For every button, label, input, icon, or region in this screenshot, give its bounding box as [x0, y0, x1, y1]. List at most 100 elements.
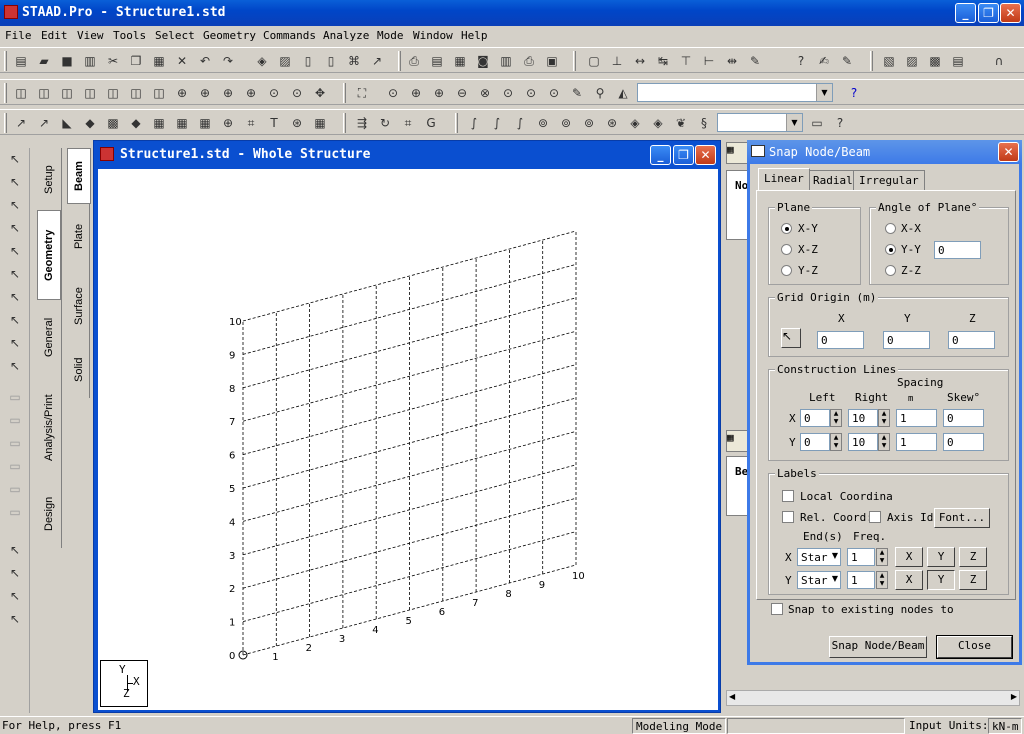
spin-right-icon[interactable]: ⊙	[288, 84, 306, 102]
select-geometry-icon[interactable]: ↖	[6, 288, 24, 306]
plane-yz-radio[interactable]	[781, 265, 792, 276]
grid-icon[interactable]: ▦	[173, 114, 191, 132]
x-label-y-button[interactable]: Y	[927, 547, 955, 567]
network-icon[interactable]: ⌘	[345, 52, 363, 70]
menu-edit[interactable]: Edit	[41, 29, 68, 42]
add-surface-icon[interactable]: ▩	[104, 114, 122, 132]
tool-icon[interactable]: ◈	[253, 52, 271, 70]
y-label-z-button[interactable]: Z	[959, 570, 987, 590]
help2-icon[interactable]: ?	[831, 114, 849, 132]
dialog-close-btn[interactable]: Close	[936, 635, 1013, 659]
shape-icon[interactable]: ◈	[626, 114, 644, 132]
origin-z-input[interactable]: 0	[948, 331, 995, 349]
menu-file[interactable]: File	[5, 29, 32, 42]
zoom-dyn-icon[interactable]: ⊙	[522, 84, 540, 102]
select-solid-icon[interactable]: ↖	[6, 242, 24, 260]
fz-icon[interactable]: ∫	[511, 114, 529, 132]
y-skew-input[interactable]: 0	[943, 433, 984, 451]
redo-icon[interactable]: ↷	[219, 52, 237, 70]
zoom-icon[interactable]: ⊙	[384, 84, 402, 102]
open-folder-icon[interactable]: ▰	[35, 52, 53, 70]
spring-icon[interactable]: §	[695, 114, 713, 132]
display-icon[interactable]: ◭	[614, 84, 632, 102]
add-plate2-icon[interactable]: ◆	[81, 114, 99, 132]
snap-existing-checkbox[interactable]	[771, 603, 783, 615]
help-query-icon[interactable]: ?	[792, 52, 810, 70]
mdi-close-button[interactable]: ✕	[695, 145, 716, 165]
x-spacing-input[interactable]: 1	[896, 409, 937, 427]
tab-solid[interactable]: Solid	[67, 346, 91, 394]
edit-icon[interactable]: ✍	[815, 52, 833, 70]
select-nodes-icon[interactable]: ↖	[6, 150, 24, 168]
tab-linear[interactable]: Linear	[758, 168, 810, 190]
x-skew-input[interactable]: 0	[943, 409, 984, 427]
table2-icon[interactable]: ▦	[726, 430, 748, 452]
angle-zz-radio[interactable]	[885, 265, 896, 276]
mdi-minimize-button[interactable]: _	[650, 145, 671, 165]
text-icon[interactable]: T	[265, 114, 283, 132]
load-combo[interactable]: ▼	[717, 113, 803, 132]
view-icon[interactable]: ▧	[880, 52, 898, 70]
minimize-button[interactable]: _	[955, 3, 976, 23]
front-view-icon[interactable]: ◫	[35, 84, 53, 102]
grid3-icon[interactable]: ▦	[311, 114, 329, 132]
plane-xz-radio[interactable]	[781, 244, 792, 255]
mdi-maximize-button[interactable]: ❐	[673, 145, 694, 165]
help-icon[interactable]: ?	[845, 84, 863, 102]
scissors-icon[interactable]: ▨	[276, 52, 294, 70]
dim3-icon[interactable]: ↹	[654, 52, 672, 70]
delete-icon[interactable]: ✕	[173, 52, 191, 70]
rotate-down-icon[interactable]: ⊕	[196, 84, 214, 102]
add-beam-icon[interactable]: ↗	[12, 114, 30, 132]
chevron-down-icon[interactable]: ▼	[816, 84, 832, 101]
back-view-icon[interactable]: ◫	[58, 84, 76, 102]
shape2-icon[interactable]: ◈	[649, 114, 667, 132]
menu-geometry[interactable]: Geometry	[203, 29, 256, 42]
angle-value-input[interactable]: 0	[934, 241, 981, 259]
add-plate-icon[interactable]: ◣	[58, 114, 76, 132]
leaf-icon[interactable]: ❦	[672, 114, 690, 132]
mirror-icon[interactable]: ⌗	[399, 114, 417, 132]
mx-icon[interactable]: ⊚	[534, 114, 552, 132]
select-add2-icon[interactable]: ↖	[6, 610, 24, 628]
generate-icon[interactable]: G	[422, 114, 440, 132]
angle-yy-radio[interactable]	[885, 244, 896, 255]
x-right-spinner[interactable]: ▲ ▼	[878, 409, 890, 427]
pan-icon[interactable]: ✥	[311, 84, 329, 102]
select-plate-icon[interactable]: ↖	[6, 219, 24, 237]
menu-analyze[interactable]: Analyze	[323, 29, 369, 42]
display-options-icon[interactable]: ▭	[808, 114, 826, 132]
select-cursor-icon[interactable]: ↖	[6, 173, 24, 191]
node-icon[interactable]: ⌗	[242, 114, 260, 132]
page-icon[interactable]: ▯	[299, 52, 317, 70]
y-spacing-input[interactable]: 1	[896, 433, 937, 451]
menu-mode[interactable]: Mode	[377, 29, 404, 42]
x-freq-spinner[interactable]: ▲ ▼	[876, 548, 888, 566]
table-icon[interactable]: ▦	[726, 142, 748, 164]
pick-origin-cursor-icon[interactable]: ↖	[781, 328, 801, 348]
add-beam2-icon[interactable]: ↗	[35, 114, 53, 132]
fy-icon[interactable]: ∫	[488, 114, 506, 132]
print-preview-icon[interactable]: ▥	[81, 52, 99, 70]
x-label-x-button[interactable]: X	[895, 547, 923, 567]
cut-icon[interactable]: ✂	[104, 52, 122, 70]
magnifier-icon[interactable]: ⚲	[591, 84, 609, 102]
undo-icon[interactable]: ↶	[196, 52, 214, 70]
rotate-left-icon[interactable]: ⊕	[219, 84, 237, 102]
close-button[interactable]: ✕	[1000, 3, 1021, 23]
tab-general[interactable]: General	[37, 302, 61, 372]
tab-irregular[interactable]: Irregular	[853, 170, 925, 190]
add-solid-icon[interactable]: ◆	[127, 114, 145, 132]
y-freq-input[interactable]: 1	[847, 571, 875, 589]
y-label-x-button[interactable]: X	[895, 570, 923, 590]
dialog-close-button[interactable]: ✕	[998, 142, 1019, 162]
x-end-select[interactable]: Star ▼	[797, 548, 841, 566]
table-icon[interactable]: ▦	[150, 114, 168, 132]
zoom-in2-icon[interactable]: ⊕	[430, 84, 448, 102]
save-icon[interactable]: ■	[58, 52, 76, 70]
my-icon[interactable]: ⊚	[557, 114, 575, 132]
zoom-out-icon[interactable]: ⊖	[453, 84, 471, 102]
left-view-icon[interactable]: ◫	[81, 84, 99, 102]
grid2-icon[interactable]: ▦	[196, 114, 214, 132]
print3-icon[interactable]: ⎙	[520, 52, 538, 70]
